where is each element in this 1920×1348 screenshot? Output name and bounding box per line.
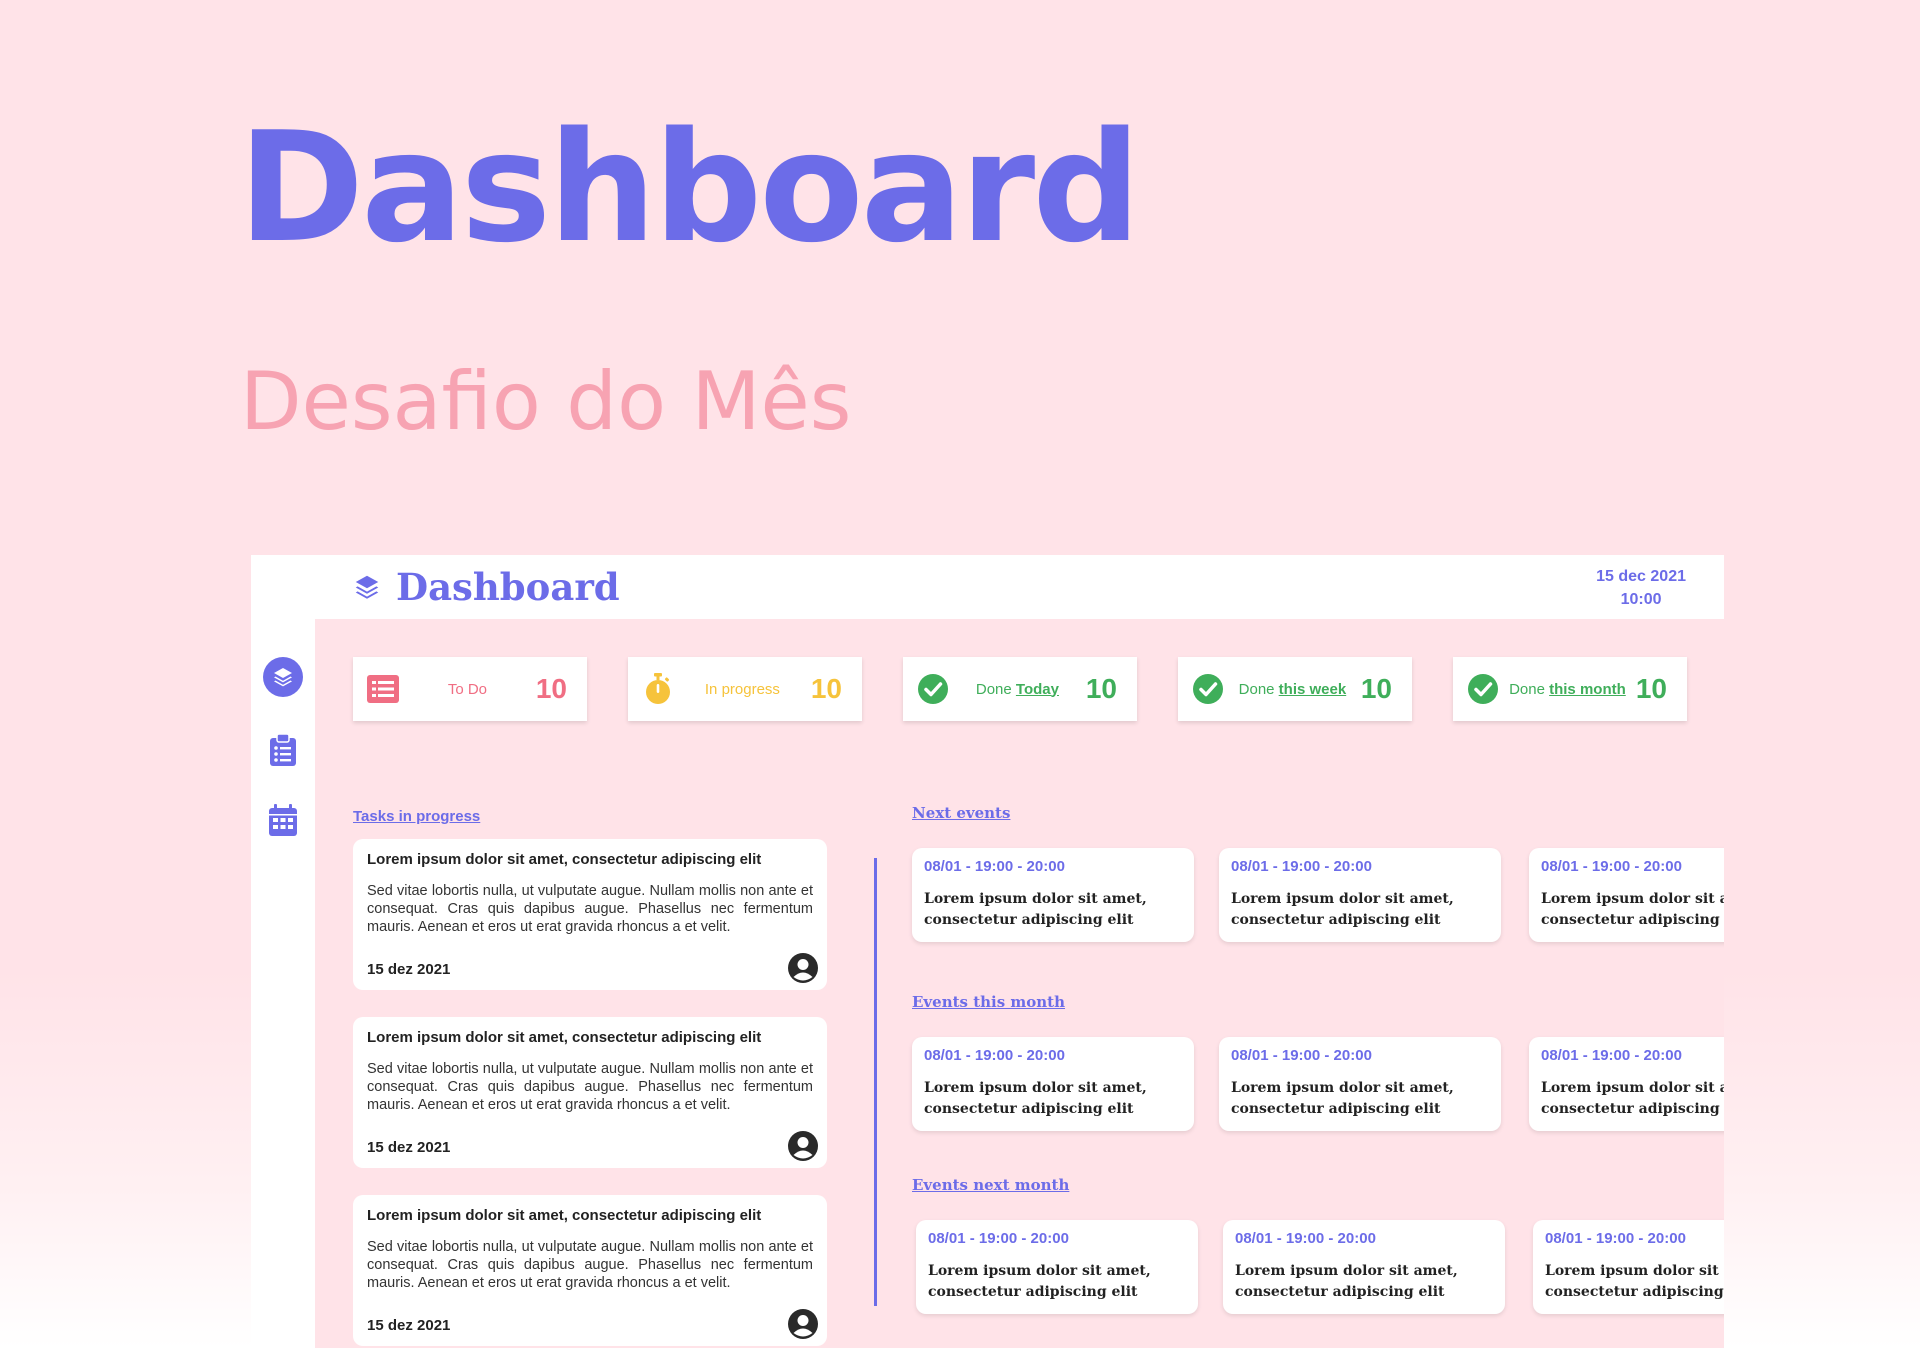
top-bar: Dashboard 15 dec 2021 10:00 [251,555,1724,619]
event-date: 08/01 - 19:00 - 20:00 [1231,1047,1372,1064]
tasks-in-progress-link[interactable]: Tasks in progress [353,808,480,825]
event-description: Lorem ipsum dolor sit amet,consectetur a… [1231,891,1454,928]
event-date: 08/01 - 19:00 - 20:00 [924,858,1065,875]
stat-label: Done this month [1509,680,1626,698]
current-date: 15 dec 2021 [1596,568,1686,585]
event-date: 08/01 - 19:00 - 20:00 [928,1230,1069,1247]
event-description: Lorem ipsum dolor sit amet,consectetur a… [924,891,1147,928]
hero-subtitle: Desafio do Mês [240,355,852,448]
task-date: 15 dez 2021 [367,1139,451,1156]
next-events-link[interactable]: Next events [912,804,1010,822]
event-description: Lorem ipsum dolor sit amet,consectetur a… [1231,1080,1454,1117]
event-card[interactable]: 08/01 - 19:00 - 20:00 Lorem ipsum dolor … [912,848,1194,942]
stat-label: In progress [704,680,780,698]
layers-icon [274,668,292,687]
event-date: 08/01 - 19:00 - 20:00 [1541,1047,1682,1064]
task-title: Lorem ipsum dolor sit amet, consectetur … [367,851,762,868]
task-title: Lorem ipsum dolor sit amet, consectetur … [367,1207,762,1224]
stat-count: 10 [535,673,567,704]
current-time: 10:00 [1620,591,1662,608]
event-date: 08/01 - 19:00 - 20:00 [1545,1230,1686,1247]
check-circle-icon [1467,673,1499,705]
event-description: Lorem ipsum dolor sit amet,consectetur a… [1545,1263,1724,1300]
event-date: 08/01 - 19:00 - 20:00 [1541,858,1682,875]
calendar-icon [269,804,297,836]
event-card[interactable]: 08/01 - 19:00 - 20:00 Lorem ipsum dolor … [1219,848,1501,942]
check-circle-icon [1192,673,1224,705]
task-date: 15 dez 2021 [367,1317,451,1334]
datetime: 15 dec 2021 10:00 [1596,565,1686,611]
hero-title: Dashboard [238,99,1141,276]
user-avatar-icon[interactable] [787,1308,819,1340]
task-description: Sed vitae lobortis nulla, ut vulputate a… [367,1239,813,1291]
stat-label: Done this week [1238,680,1347,698]
stat-card-done-this-month[interactable]: Done this month 10 [1453,657,1687,721]
sidebar-item-tasks[interactable] [263,730,303,770]
event-date: 08/01 - 19:00 - 20:00 [1235,1230,1376,1247]
stat-count: 10 [1360,673,1392,704]
check-circle-icon [917,673,949,705]
clipboard-icon [270,733,296,766]
list-icon [367,673,399,705]
layers-icon [355,575,379,599]
event-date: 08/01 - 19:00 - 20:00 [924,1047,1065,1064]
user-avatar-icon[interactable] [787,1130,819,1162]
user-avatar-icon[interactable] [787,952,819,984]
event-description: Lorem ipsum dolor sit amet,consectetur a… [1235,1263,1458,1300]
task-card[interactable]: Lorem ipsum dolor sit amet, consectetur … [353,839,827,990]
sidebar [251,555,315,1348]
event-description: Lorem ipsum dolor sit amet,consectetur a… [1541,891,1724,928]
stat-label: To Do [447,680,488,698]
dashboard-app: Dashboard 15 dec 2021 10:00 To Do 10 In … [251,555,1724,1348]
event-card[interactable]: 08/01 - 19:00 - 20:00 Lorem ipsum dolor … [1533,1220,1724,1314]
stopwatch-icon [642,673,674,705]
events-next-month-link[interactable]: Events next month [912,1176,1069,1194]
task-description: Sed vitae lobortis nulla, ut vulputate a… [367,883,813,935]
stat-count: 10 [1635,673,1667,704]
stat-card-in-progress[interactable]: In progress 10 [628,657,862,721]
stat-count: 10 [810,673,842,704]
event-date: 08/01 - 19:00 - 20:00 [1231,858,1372,875]
event-card[interactable]: 08/01 - 19:00 - 20:00 Lorem ipsum dolor … [912,1037,1194,1131]
task-card[interactable]: Lorem ipsum dolor sit amet, consectetur … [353,1017,827,1168]
event-card[interactable]: 08/01 - 19:00 - 20:00 Lorem ipsum dolor … [1219,1037,1501,1131]
task-description: Sed vitae lobortis nulla, ut vulputate a… [367,1061,813,1113]
event-description: Lorem ipsum dolor sit amet,consectetur a… [928,1263,1151,1300]
stat-count: 10 [1085,673,1117,704]
stat-card-done-this-week[interactable]: Done this week 10 [1178,657,1412,721]
event-description: Lorem ipsum dolor sit amet,consectetur a… [1541,1080,1724,1117]
sidebar-item-dashboard[interactable] [263,657,303,697]
task-title: Lorem ipsum dolor sit amet, consectetur … [367,1029,762,1046]
stat-card-done-today[interactable]: Done Today 10 [903,657,1137,721]
stat-label: Done Today [975,680,1059,698]
brand: Dashboard [352,565,620,609]
task-card[interactable]: Lorem ipsum dolor sit amet, consectetur … [353,1195,827,1346]
event-card[interactable]: 08/01 - 19:00 - 20:00 Lorem ipsum dolor … [1529,848,1724,942]
column-divider [874,858,877,1306]
event-card[interactable]: 08/01 - 19:00 - 20:00 Lorem ipsum dolor … [1529,1037,1724,1131]
app-title: Dashboard [396,565,620,609]
task-date: 15 dez 2021 [367,961,451,978]
event-description: Lorem ipsum dolor sit amet,consectetur a… [924,1080,1147,1117]
event-card[interactable]: 08/01 - 19:00 - 20:00 Lorem ipsum dolor … [916,1220,1198,1314]
events-this-month-link[interactable]: Events this month [912,993,1065,1011]
stat-card-todo[interactable]: To Do 10 [353,657,587,721]
sidebar-item-calendar[interactable] [263,800,303,840]
event-card[interactable]: 08/01 - 19:00 - 20:00 Lorem ipsum dolor … [1223,1220,1505,1314]
